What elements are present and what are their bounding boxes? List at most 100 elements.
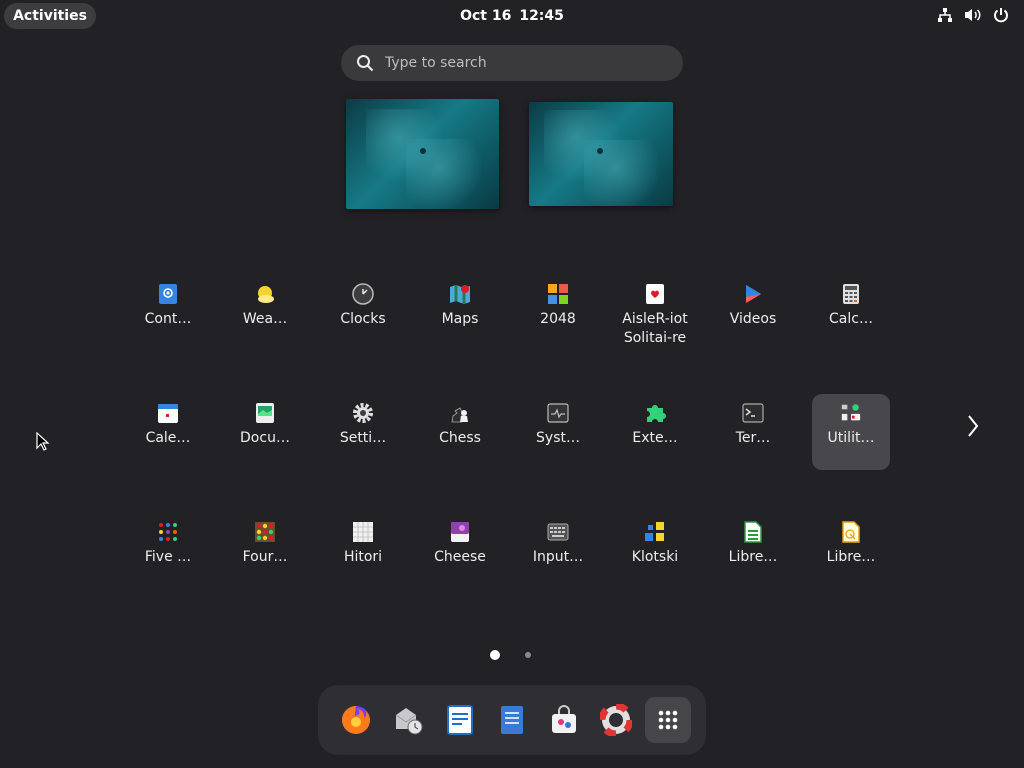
- app-label: Ter…: [735, 430, 771, 446]
- app-libreoffice-calc[interactable]: Libre…: [714, 513, 792, 589]
- app-system-monitor[interactable]: Syst…: [519, 394, 597, 470]
- maps-icon: [449, 283, 471, 305]
- dock-text-editor[interactable]: [489, 697, 535, 743]
- klotski-icon: [644, 521, 666, 543]
- top-bar: Activities Oct 16 12:45: [0, 0, 1024, 32]
- app-chess[interactable]: Chess: [421, 394, 499, 470]
- app-label: Hitori: [343, 549, 383, 565]
- calculator-icon: [840, 283, 862, 305]
- four-in-a-row-icon: [254, 521, 276, 543]
- app-label: Cont…: [144, 311, 192, 327]
- app-calendar[interactable]: Cale…: [129, 394, 207, 470]
- search-input[interactable]: [383, 54, 647, 72]
- chess-icon: [449, 402, 471, 424]
- app-label: Five …: [144, 549, 192, 565]
- clocks-icon: [352, 283, 374, 305]
- aisleriot-icon: [644, 283, 666, 305]
- extensions-icon: [644, 402, 666, 424]
- dock-firefox[interactable]: [333, 697, 379, 743]
- app-label: Cale…: [145, 430, 191, 446]
- dash: [318, 685, 706, 755]
- next-page-button[interactable]: [962, 412, 984, 440]
- app-label: Clocks: [340, 311, 386, 327]
- date-label: Oct 16: [460, 8, 512, 24]
- help-icon: [600, 704, 632, 736]
- app-maps[interactable]: Maps: [421, 275, 499, 351]
- volume-icon[interactable]: [964, 6, 982, 24]
- power-icon[interactable]: [992, 6, 1010, 24]
- workspace-thumbnail-1[interactable]: [346, 99, 499, 209]
- app-label: Cheese: [434, 549, 486, 565]
- videos-icon: [742, 283, 764, 305]
- app-label: Libre…: [728, 549, 778, 565]
- search-bar[interactable]: [341, 45, 683, 81]
- app-terminal[interactable]: Ter…: [714, 394, 792, 470]
- system-tray[interactable]: [936, 6, 1010, 24]
- app-clocks[interactable]: Clocks: [324, 275, 402, 351]
- app-label: AisleR-iot Solitai-re: [622, 311, 688, 346]
- settings-icon: [352, 402, 374, 424]
- app-hitori[interactable]: Hitori: [324, 513, 402, 589]
- page-dot-1[interactable]: [490, 650, 500, 660]
- dock-software[interactable]: [541, 697, 587, 743]
- app-extensions[interactable]: Exte…: [616, 394, 694, 470]
- app-four-in-a-row[interactable]: Four…: [226, 513, 304, 589]
- show-apps-icon: [658, 710, 678, 730]
- app-label: Four…: [242, 549, 288, 565]
- app-weather[interactable]: Wea…: [226, 275, 304, 351]
- app-game-2048[interactable]: 2048: [519, 275, 597, 351]
- document-viewer-icon: [254, 402, 276, 424]
- app-label: 2048: [540, 311, 576, 327]
- time-label: 12:45: [519, 8, 564, 24]
- app-input-method[interactable]: Input…: [519, 513, 597, 589]
- app-label: Exte…: [632, 430, 678, 446]
- app-label: Wea…: [242, 311, 288, 327]
- app-label: Chess: [439, 430, 481, 446]
- weather-icon: [254, 283, 276, 305]
- app-settings[interactable]: Setti…: [324, 394, 402, 470]
- app-label: Calc…: [829, 311, 873, 327]
- app-aisleriot[interactable]: AisleR-iot Solitai-re: [616, 275, 694, 351]
- mouse-pointer-icon: [36, 431, 50, 456]
- cheese-icon: [449, 521, 471, 543]
- show-apps-button[interactable]: [645, 697, 691, 743]
- search-icon: [355, 53, 375, 73]
- firefox-icon: [342, 706, 370, 734]
- activities-button[interactable]: Activities: [4, 3, 96, 29]
- five-or-more-icon: [157, 521, 179, 543]
- app-utilities-folder[interactable]: Utilit…: [812, 394, 890, 470]
- app-document-viewer[interactable]: Docu…: [226, 394, 304, 470]
- workspace-thumbnail-2[interactable]: [529, 102, 673, 206]
- hitori-icon: [352, 521, 374, 543]
- app-five-or-more[interactable]: Five …: [129, 513, 207, 589]
- app-label: Input…: [532, 549, 584, 565]
- app-calculator[interactable]: Calc…: [812, 275, 890, 351]
- app-libreoffice-draw[interactable]: Libre…: [812, 513, 890, 589]
- dock-writer[interactable]: [437, 697, 483, 743]
- app-label: Setti…: [339, 430, 387, 446]
- app-cheese[interactable]: Cheese: [421, 513, 499, 589]
- chevron-right-icon: [968, 415, 979, 437]
- dock-help[interactable]: [593, 697, 639, 743]
- utilities-folder-icon: [840, 402, 862, 424]
- app-videos[interactable]: Videos: [714, 275, 792, 351]
- libreoffice-draw-icon: [840, 521, 862, 543]
- app-label: Docu…: [240, 430, 290, 446]
- input-method-icon: [547, 521, 569, 543]
- app-label: Videos: [729, 311, 777, 327]
- game-2048-icon: [547, 283, 569, 305]
- app-label: Maps: [441, 311, 479, 327]
- app-label: Utilit…: [827, 430, 875, 446]
- app-contacts[interactable]: Cont…: [129, 275, 207, 351]
- network-icon[interactable]: [936, 6, 954, 24]
- clock-button[interactable]: Oct 16 12:45: [412, 0, 612, 32]
- app-klotski[interactable]: Klotski: [616, 513, 694, 589]
- software-icon: [552, 705, 576, 733]
- page-dot-2[interactable]: [525, 652, 531, 658]
- text-editor-icon: [501, 706, 523, 734]
- terminal-icon: [742, 402, 764, 424]
- dock-mail-scheduler[interactable]: [385, 697, 431, 743]
- system-monitor-icon: [547, 402, 569, 424]
- mail-clock-icon: [395, 708, 423, 735]
- writer-icon: [447, 705, 473, 735]
